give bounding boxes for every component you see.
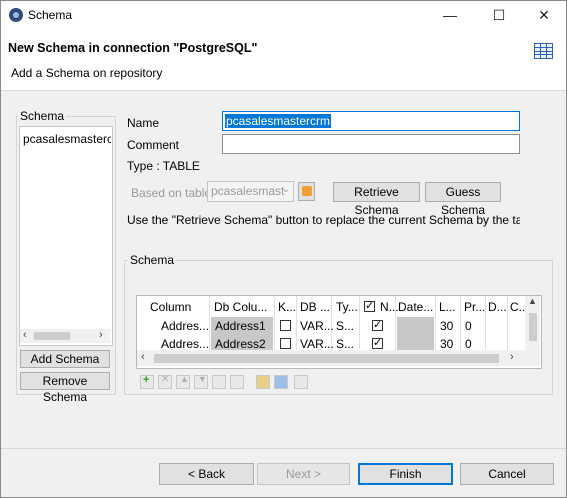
comment-label: Comment xyxy=(127,138,180,152)
window-title: Schema xyxy=(28,8,73,22)
schema-table-label: Schema xyxy=(128,253,177,267)
add-schema-button[interactable]: Add Schema xyxy=(20,350,110,368)
close-button[interactable]: ✕ xyxy=(521,1,566,30)
type-text: Type : TABLE xyxy=(127,159,200,173)
based-on-label: Based on table xyxy=(131,186,212,200)
schema-table[interactable]: Column Db Colu... K... DB ... Ty... N...… xyxy=(136,295,542,369)
export-icon[interactable] xyxy=(274,375,288,389)
name-input[interactable]: pcasalesmastercrm xyxy=(222,111,520,131)
scroll-thumb[interactable] xyxy=(34,332,70,340)
col-header[interactable]: D... xyxy=(488,298,507,316)
dialog-title: New Schema in connection "PostgreSQL" xyxy=(8,41,258,55)
retrieve-schema-button[interactable]: Retrieve Schema xyxy=(333,182,420,217)
nullable-checkbox[interactable] xyxy=(372,317,383,333)
col-header[interactable]: L... xyxy=(439,298,456,316)
col-header[interactable]: Pr... xyxy=(464,298,485,316)
comment-input[interactable] xyxy=(222,134,520,154)
remove-row-icon[interactable]: ✕ xyxy=(158,374,172,389)
column-name-cell[interactable]: Addres... xyxy=(161,317,209,335)
based-on-value: pcasalesmast xyxy=(211,184,285,198)
vscroll-thumb[interactable] xyxy=(529,313,537,341)
maximize-button[interactable]: ☐ xyxy=(476,1,522,30)
retrieve-hint: Use the "Retrieve Schema" button to repl… xyxy=(127,213,520,227)
type-cell[interactable]: S... xyxy=(336,317,354,335)
copy-icon[interactable] xyxy=(212,375,226,389)
nullable-header-checkbox[interactable] xyxy=(364,298,375,314)
finish-button[interactable]: Finish xyxy=(358,463,453,485)
scroll-up-icon[interactable]: ▲ xyxy=(528,296,537,306)
table-icon xyxy=(534,43,553,59)
dialog-header: New Schema in connection "PostgreSQL" Ad… xyxy=(1,30,566,91)
import-icon[interactable] xyxy=(256,375,270,389)
table-vscrollbar[interactable]: ▲ xyxy=(525,296,540,350)
key-checkbox[interactable] xyxy=(280,320,291,331)
move-up-icon[interactable]: ▲ xyxy=(176,374,190,389)
key-checkbox[interactable] xyxy=(280,338,291,349)
col-header[interactable]: DB ... xyxy=(300,298,330,316)
schema-list-item[interactable]: pcasalesmastercrm xyxy=(23,132,111,146)
col-header[interactable]: Column xyxy=(150,298,191,316)
schema-list-hscrollbar[interactable]: ‹ › xyxy=(20,329,110,343)
nullable-checkbox[interactable] xyxy=(372,335,383,351)
title-bar: Schema — ☐ ✕ xyxy=(1,1,566,30)
date-pattern-cell[interactable] xyxy=(397,317,434,335)
reset-icon[interactable] xyxy=(294,375,308,389)
scroll-right-icon[interactable]: › xyxy=(99,329,103,341)
col-header[interactable]: Date... xyxy=(398,298,433,316)
scroll-left-icon[interactable]: ‹ xyxy=(141,351,145,363)
col-header[interactable]: Ty... xyxy=(336,298,358,316)
db-type-cell[interactable]: VAR... xyxy=(300,317,334,335)
chevron-down-icon: ⌄ xyxy=(281,184,290,195)
name-value: pcasalesmastercrm xyxy=(225,114,332,128)
schema-list[interactable]: pcasalesmastercrm xyxy=(19,126,113,346)
cancel-button[interactable]: Cancel xyxy=(460,463,554,485)
schema-list-label: Schema xyxy=(18,109,67,123)
remove-schema-button[interactable]: Remove Schema xyxy=(20,372,110,404)
move-down-icon[interactable]: ▼ xyxy=(194,374,208,389)
db-column-cell[interactable]: Address1 xyxy=(211,317,273,335)
precision-cell[interactable]: 0 xyxy=(465,317,472,335)
refresh-icon xyxy=(302,186,312,196)
minimize-button[interactable]: — xyxy=(427,1,473,30)
next-button[interactable]: Next > xyxy=(257,463,350,485)
length-cell[interactable]: 30 xyxy=(440,317,453,335)
schema-dialog: Schema — ☐ ✕ New Schema in connection "P… xyxy=(0,0,567,498)
browse-table-button[interactable] xyxy=(298,182,315,201)
back-button[interactable]: < Back xyxy=(159,463,254,485)
app-icon xyxy=(9,8,23,22)
hscroll-thumb[interactable] xyxy=(154,354,499,363)
scroll-right-icon[interactable]: › xyxy=(510,351,514,363)
col-header[interactable]: K... xyxy=(278,298,296,316)
name-label: Name xyxy=(127,116,160,130)
table-row[interactable]: Addres... Address1 VAR... S... 30 0 xyxy=(137,317,525,335)
footer-divider xyxy=(1,448,566,449)
col-header[interactable]: Db Colu... xyxy=(214,298,267,316)
add-row-icon[interactable]: + xyxy=(140,374,154,389)
paste-icon[interactable] xyxy=(230,375,244,389)
table-hscrollbar[interactable]: ‹ › xyxy=(137,350,540,366)
guess-schema-button[interactable]: Guess Schema xyxy=(425,182,501,217)
scroll-left-icon[interactable]: ‹ xyxy=(23,329,27,341)
based-on-combo: pcasalesmast ⌄ xyxy=(207,181,294,202)
dialog-subtitle: Add a Schema on repository xyxy=(11,66,163,80)
